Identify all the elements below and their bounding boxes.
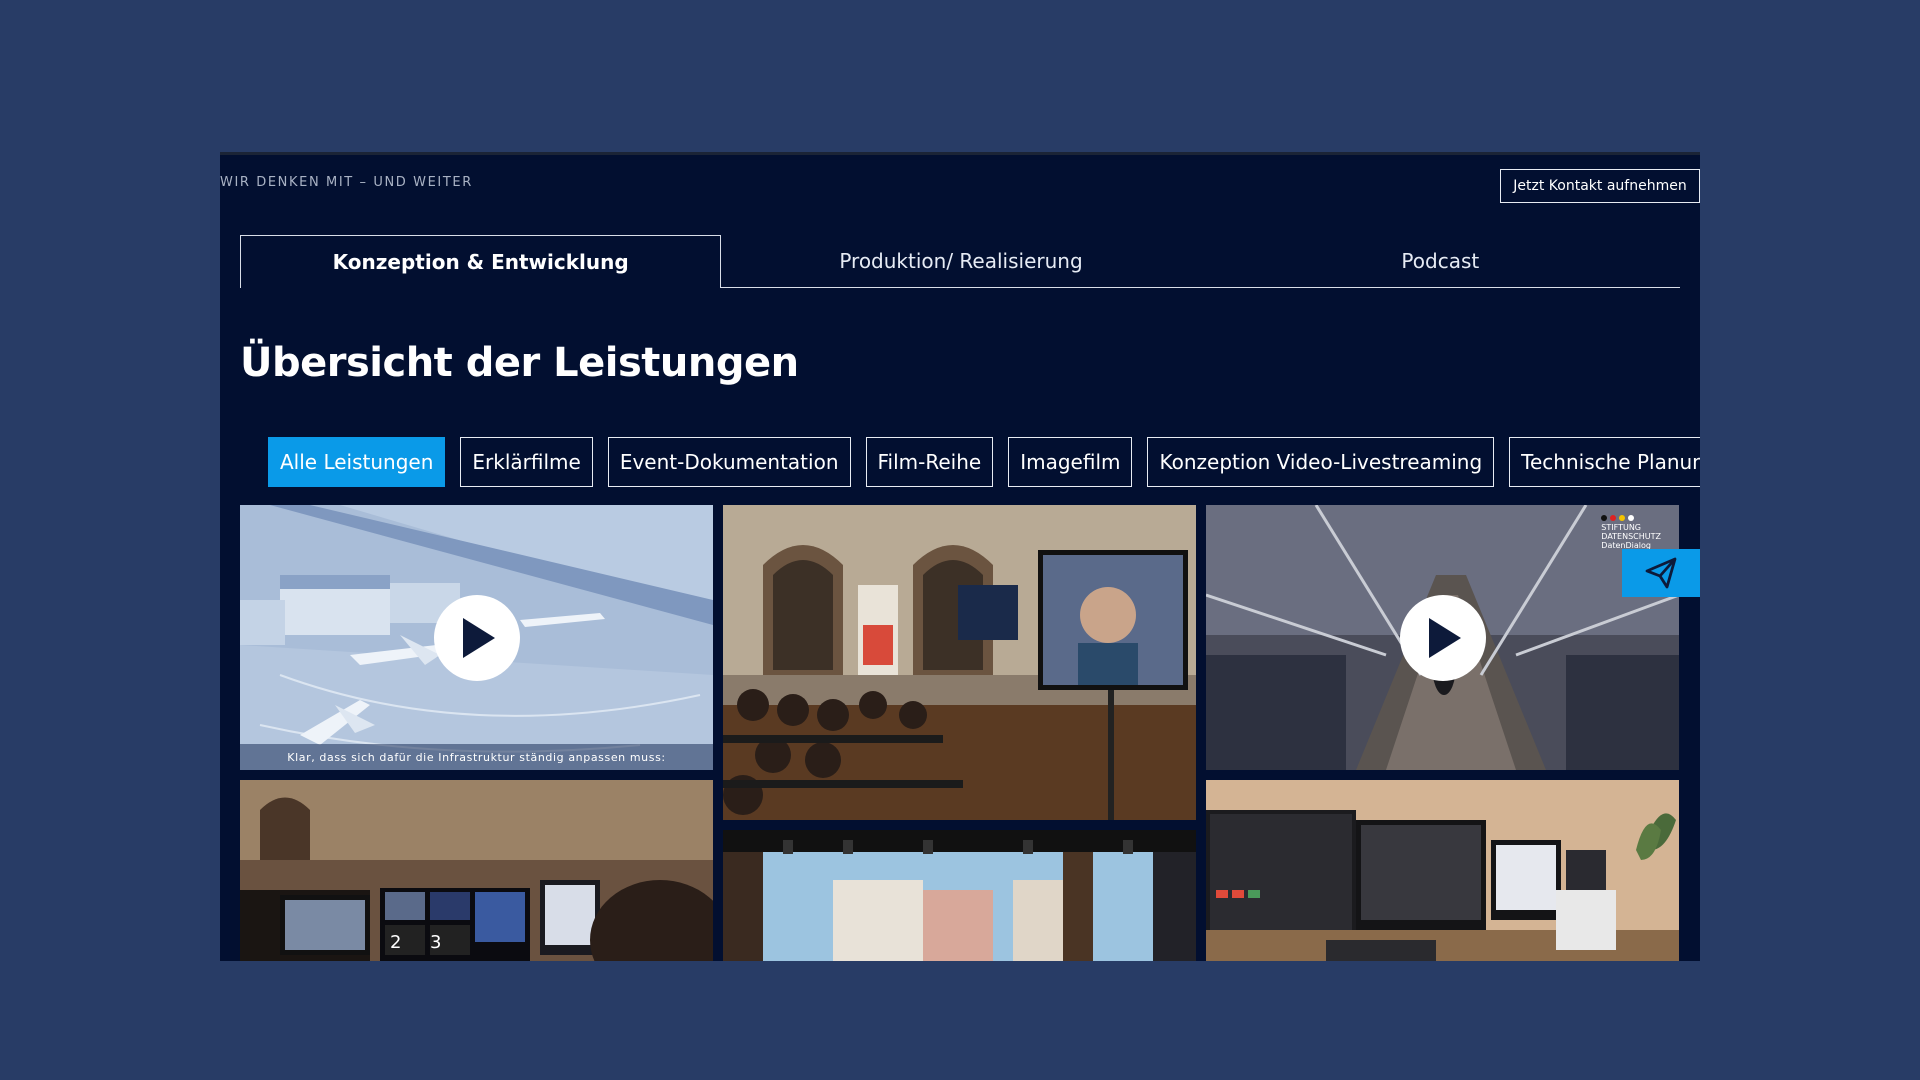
site-panel: WIR DENKEN MIT – UND WEITER Jetzt Kontak… — [220, 152, 1700, 961]
monitor-label-1: 2 — [390, 932, 402, 953]
filter-film-reihe[interactable]: Film-Reihe — [865, 437, 994, 487]
video-tile-bridge[interactable]: STIFTUNG DATENSCHUTZ DatenDialog — [1206, 505, 1679, 770]
logo-text-2: DATENSCHUTZ — [1601, 532, 1661, 541]
contact-button[interactable]: Jetzt Kontakt aufnehmen — [1500, 169, 1700, 203]
floating-send-button[interactable] — [1622, 549, 1700, 597]
editing-suite-photo — [1206, 780, 1679, 961]
filter-alle[interactable]: Alle Leistungen — [268, 437, 446, 487]
event-photo — [723, 505, 1196, 820]
filter-event-dokumentation[interactable]: Event-Dokumentation — [607, 437, 851, 487]
filter-livestreaming[interactable]: Konzeption Video-Livestreaming — [1147, 437, 1495, 487]
filter-imagefilm[interactable]: Imagefilm — [1008, 437, 1133, 487]
video-tile-event[interactable] — [723, 505, 1196, 820]
filter-erklaerfilme[interactable]: Erklärfilme — [460, 437, 593, 487]
tab-produktion[interactable]: Produktion/ Realisierung — [721, 235, 1200, 287]
logo-text-1: STIFTUNG — [1601, 523, 1642, 532]
play-button[interactable] — [1399, 594, 1486, 681]
stiftung-logo: STIFTUNG DATENSCHUTZ DatenDialog — [1601, 515, 1661, 550]
stage-photo — [723, 830, 1196, 961]
play-icon — [462, 617, 495, 658]
video-tile-airport[interactable]: Klar, dass sich dafür die Infrastruktur … — [240, 505, 713, 770]
paper-plane-icon — [1645, 557, 1677, 589]
video-tile-control-room[interactable]: 2 3 — [240, 780, 713, 961]
play-button[interactable] — [433, 594, 520, 681]
tab-podcast[interactable]: Podcast — [1201, 235, 1680, 287]
play-icon — [1428, 617, 1461, 658]
monitor-label-2: 3 — [430, 932, 442, 953]
tab-konzeption[interactable]: Konzeption & Entwicklung — [240, 235, 722, 288]
control-room-photo — [240, 780, 713, 961]
category-tabs: Konzeption & Entwicklung Produktion/ Rea… — [240, 235, 1680, 288]
filter-technische-planung[interactable]: Technische Planung — [1509, 437, 1700, 487]
filter-bar: Alle Leistungen Erklärfilme Event-Dokume… — [268, 437, 1700, 487]
video-caption: Klar, dass sich dafür die Infrastruktur … — [240, 744, 713, 770]
tagline: WIR DENKEN MIT – UND WEITER — [220, 175, 473, 190]
video-tile-editing[interactable] — [1206, 780, 1679, 961]
page-title: Übersicht der Leistungen — [240, 340, 799, 386]
video-tile-stage[interactable] — [723, 830, 1196, 961]
